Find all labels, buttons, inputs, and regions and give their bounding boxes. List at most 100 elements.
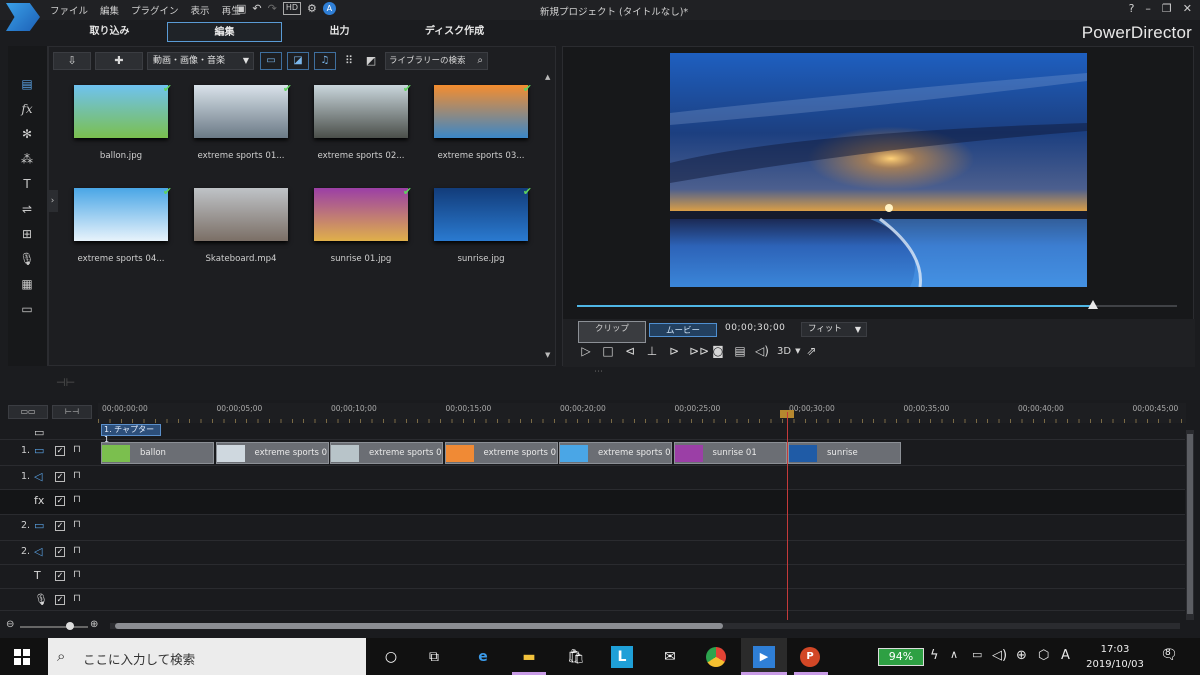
timeline-vertical-scrollbar[interactable] (1186, 430, 1194, 620)
undock-preview-icon[interactable]: ⇗ (804, 344, 818, 358)
timeline-clip[interactable]: extreme sports 0 (330, 442, 443, 464)
minimize-icon[interactable]: – (1145, 2, 1151, 15)
tab-create-disc[interactable]: ディスク作成 (397, 22, 512, 42)
media-room-icon[interactable]: ▤ (19, 76, 35, 92)
track-lock-icon[interactable]: ⊓ (73, 593, 81, 604)
snapshot-camera-icon[interactable]: ◙ (711, 344, 725, 358)
timeline-track[interactable]: T ✓ ⊓ (0, 565, 1185, 589)
media-thumbnail[interactable] (434, 188, 528, 241)
timeline-clip[interactable]: sunrise (788, 442, 901, 464)
subtitle-room-icon[interactable]: ▭ (19, 301, 35, 317)
file-explorer-icon[interactable]: ▬ (518, 646, 540, 668)
timeline-zoom-slider[interactable]: ⊖ ⊕ (6, 619, 98, 630)
track-lock-icon[interactable]: ⊓ (73, 519, 81, 530)
library-scrollbar[interactable]: ▲ ▼ (545, 51, 553, 363)
chapter-marker[interactable]: 1. チャプター 1 (101, 424, 161, 444)
library-item[interactable]: ✔ extreme sports 01... (191, 82, 301, 175)
track-enable-checkbox[interactable]: ✓ (55, 547, 65, 557)
video-filter-button[interactable]: ▭ (260, 52, 282, 70)
media-thumbnail[interactable] (194, 188, 288, 241)
taskbar-clock[interactable]: 17:03 2019/10/03 (1080, 642, 1150, 672)
library-item[interactable]: ✔ extreme sports 04... (71, 185, 181, 278)
l-app-icon[interactable]: L (611, 646, 633, 668)
track-lock-icon[interactable]: ⊓ (73, 444, 81, 455)
timeline-clip[interactable]: sunrise 01 (673, 442, 787, 464)
movie-mode-button[interactable]: ムービー (649, 323, 717, 337)
settings-gear-icon[interactable]: ⚙ (307, 2, 317, 15)
network-globe-icon[interactable]: ⊕ (1016, 648, 1027, 663)
timeline-clip[interactable]: ballon (101, 442, 214, 464)
timeline-clip[interactable]: extreme sports 0 (559, 442, 672, 464)
play-icon[interactable]: ▷ (579, 344, 593, 358)
timeline-view-button[interactable]: ▭▭ (8, 405, 48, 419)
fast-forward-icon[interactable]: ⊳⊳ (689, 344, 709, 358)
import-media-button[interactable]: ⇩ (53, 52, 91, 70)
next-frame-icon[interactable]: ⊳ (667, 344, 681, 358)
timeline-horizontal-scrollbar[interactable] (110, 623, 1180, 629)
tab-produce[interactable]: 出力 (282, 22, 397, 42)
plugins-button[interactable]: ✚ (95, 52, 143, 70)
volume-icon[interactable]: ◁) (992, 648, 1007, 663)
store-icon[interactable]: 🛍 (565, 646, 587, 668)
expand-panel-button[interactable]: › (47, 190, 58, 212)
timeline-track[interactable]: 🎙 ✓ ⊓ (0, 589, 1185, 611)
library-item[interactable]: ✔ extreme sports 03... (431, 82, 541, 175)
battery-icon[interactable]: ▭ (972, 648, 982, 661)
edge-browser-icon[interactable]: e (472, 646, 494, 668)
redo-icon[interactable]: ↷ (268, 2, 277, 15)
split-icon[interactable]: ⊥ (645, 344, 659, 358)
track-lock-icon[interactable]: ⊓ (73, 569, 81, 580)
track-enable-checkbox[interactable]: ✓ (55, 595, 65, 605)
chapter-room-icon[interactable]: ▦ (19, 276, 35, 292)
fit-timeline-button[interactable]: ⊢⊣ (52, 405, 92, 419)
chevron-down-icon[interactable]: ▼ (795, 347, 800, 355)
subtitle-icon[interactable]: ▤ (733, 344, 747, 358)
chevron-up-icon[interactable]: ∧ (950, 648, 958, 661)
particle-room-icon[interactable]: ⁂ (19, 151, 35, 167)
action-center-icon[interactable]: 🗨 8 (1160, 647, 1178, 663)
library-item[interactable]: ✔ sunrise 01.jpg (311, 185, 421, 278)
transition-room-icon[interactable]: ⇌ (19, 201, 35, 217)
image-filter-button[interactable]: ◪ (287, 52, 309, 70)
music-filter-button[interactable]: ♫ (314, 52, 336, 70)
windows-start-icon[interactable] (14, 649, 30, 665)
track-lock-icon[interactable]: ⊓ (73, 545, 81, 556)
timecode-display[interactable]: 00;00;30;00 (725, 323, 785, 333)
menu-file[interactable]: ファイル (50, 3, 88, 17)
resize-icon[interactable]: ◩ (363, 52, 379, 70)
chrome-icon[interactable] (706, 647, 726, 667)
volume-icon[interactable]: ◁) (755, 344, 769, 358)
audio-mixing-icon[interactable]: ⊞ (19, 226, 35, 242)
clip-mode-button[interactable]: クリップ (578, 321, 646, 343)
stop-icon[interactable]: □ (601, 344, 615, 358)
preview-playhead-knob[interactable] (1088, 300, 1098, 309)
timeline-clip[interactable]: extreme sports 0 (444, 442, 558, 464)
task-view-icon[interactable]: ⧉ (423, 646, 445, 668)
track-enable-checkbox[interactable]: ✓ (55, 446, 65, 456)
library-item[interactable]: Skateboard.mp4 (191, 188, 301, 278)
timeline-track[interactable]: 1. ◁ ✓ ⊓ (0, 466, 1185, 490)
track-enable-checkbox[interactable]: ✓ (55, 496, 65, 506)
track-enable-checkbox[interactable]: ✓ (55, 472, 65, 482)
mail-icon[interactable]: ✉ (659, 646, 681, 668)
restore-icon[interactable]: ❐ (1162, 2, 1172, 15)
media-thumbnail[interactable] (74, 85, 168, 138)
pip-objects-icon[interactable]: ✻ (19, 126, 35, 142)
library-item[interactable]: ✔ extreme sports 02... (311, 82, 421, 175)
scroll-down-icon[interactable]: ▼ (545, 351, 550, 359)
panel-resize-handle[interactable]: ⋯ (594, 367, 603, 377)
media-thumbnail[interactable] (314, 85, 408, 138)
preview-timeline-slider[interactable] (577, 300, 1177, 309)
timeline-track[interactable]: 2. ▭ ✓ ⊓ (0, 515, 1185, 541)
search-icon[interactable]: ⌕ (477, 53, 483, 69)
tab-edit[interactable]: 編集 (167, 22, 282, 42)
track-enable-checkbox[interactable]: ✓ (55, 521, 65, 531)
tab-capture[interactable]: 取り込み (52, 22, 167, 42)
vertical-scroll-thumb[interactable] (1187, 434, 1193, 614)
cortana-icon[interactable]: ○ (380, 646, 402, 668)
split-tool-icon[interactable]: ⊣⊢ (56, 376, 75, 389)
scroll-up-icon[interactable]: ▲ (545, 73, 550, 81)
close-icon[interactable]: ✕ (1183, 2, 1192, 15)
timeline-ruler[interactable]: 00;00;00;00 00;00;05;00 00;00;10;00 00;00;1… (98, 403, 1186, 423)
media-filter-dropdown[interactable]: 動画・画像・音楽 ▼ (147, 52, 254, 70)
